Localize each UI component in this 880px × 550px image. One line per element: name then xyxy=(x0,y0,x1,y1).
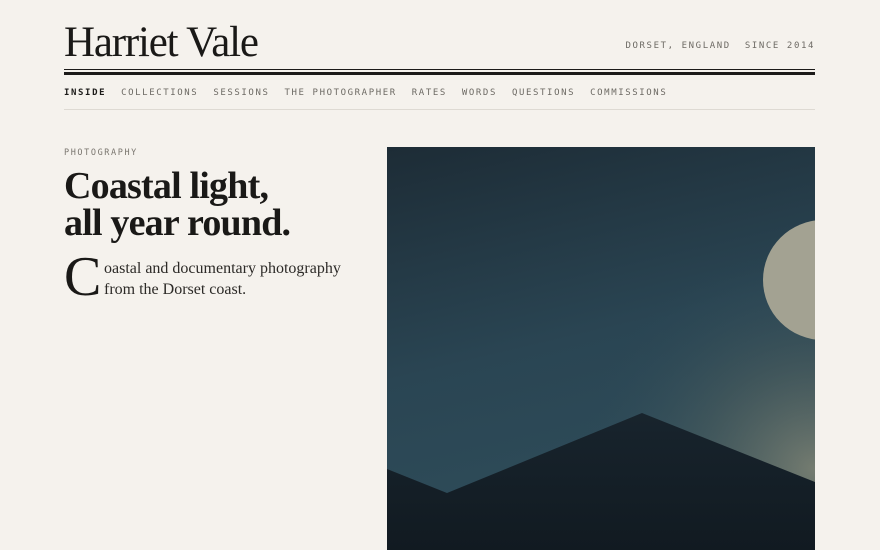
drop-cap: C xyxy=(64,246,102,308)
nav-item-the-photographer[interactable]: THE PHOTOGRAPHER xyxy=(284,88,396,98)
nav-item-sessions[interactable]: SESSIONS xyxy=(213,88,269,98)
intro-paragraph: C oastal and documentary photography fro… xyxy=(64,249,374,305)
hero-image xyxy=(387,147,815,550)
nav-item-collections[interactable]: COLLECTIONS xyxy=(121,88,198,98)
hero-headline: Coastal light, all year round. xyxy=(64,165,374,244)
site-title[interactable]: Harriet Vale xyxy=(64,17,259,69)
section-eyebrow: PHOTOGRAPHY xyxy=(64,148,138,158)
nav-item-questions[interactable]: QUESTIONS xyxy=(512,88,575,98)
header-rule-thin xyxy=(64,69,815,70)
main-nav: INSIDE COLLECTIONS SESSIONS THE PHOTOGRA… xyxy=(64,88,682,98)
nav-item-words[interactable]: WORDS xyxy=(462,88,497,98)
nav-divider xyxy=(64,109,815,110)
location-tagline: DORSET, ENGLAND SINCE 2014 xyxy=(625,41,815,51)
headline-line-1: Coastal light, xyxy=(64,165,269,207)
intro-text: oastal and documentary photography from … xyxy=(104,260,341,298)
headline-line-2: all year round. xyxy=(64,202,291,244)
header-rule-thick xyxy=(64,72,815,75)
page: Harriet Vale DORSET, ENGLAND SINCE 2014 … xyxy=(0,0,880,550)
nav-item-commissions[interactable]: COMMISSIONS xyxy=(590,88,667,98)
nav-item-rates[interactable]: RATES xyxy=(412,88,447,98)
nav-item-inside[interactable]: INSIDE xyxy=(64,88,106,98)
